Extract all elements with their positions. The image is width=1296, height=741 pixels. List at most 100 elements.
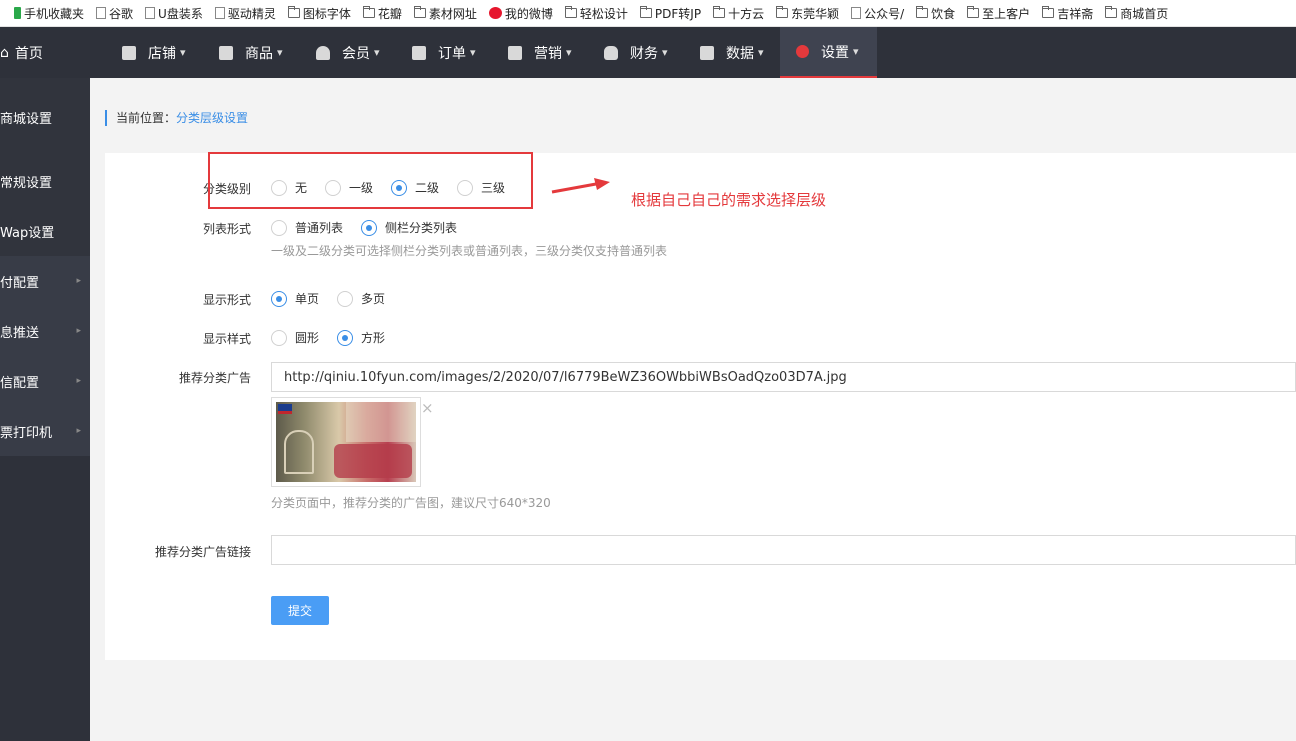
chevron-down-icon: ▾ (758, 46, 764, 59)
nav-settings[interactable]: 设置 ▾ (780, 27, 877, 78)
ad-image-url-input[interactable]: http://qiniu.10fyun.com/images/2/2020/07… (271, 362, 1296, 392)
radio-circle-style[interactable]: 圆形 (271, 329, 319, 346)
list-style-radio-group: 普通列表 侧栏分类列表 (271, 219, 475, 236)
annotation-highlight-box (208, 152, 533, 209)
bookmark-item[interactable]: 手机收藏夹 (0, 5, 84, 22)
submit-button[interactable]: 提交 (271, 596, 329, 625)
radio-circle[interactable] (337, 329, 354, 346)
chevron-down-icon: ▾ (662, 46, 668, 59)
bookmark-item[interactable]: 至上客户 (967, 5, 1030, 22)
sidebar-item-mall-settings[interactable]: 商城设置 (0, 92, 90, 142)
nav-data[interactable]: 数据 ▾ (700, 27, 764, 78)
folder-icon (1042, 6, 1055, 18)
bookmark-item[interactable]: 图标字体 (287, 5, 351, 22)
ad-link-label: 推荐分类广告链接 (154, 545, 251, 559)
chevron-down-icon: ▾ (277, 46, 283, 59)
breadcrumb-current[interactable]: 分类层级设置 (176, 111, 248, 125)
nav-member[interactable]: 会员 ▾ (316, 27, 380, 78)
remove-image-close-icon[interactable]: × (421, 400, 434, 416)
folder-icon (1105, 6, 1118, 18)
chevron-right-icon: ▸ (76, 276, 81, 286)
page-icon (96, 7, 107, 19)
bookmark-item[interactable]: 素材网址 (413, 5, 477, 22)
bookmark-item[interactable]: U盘装系 (145, 5, 203, 22)
bookmark-item[interactable]: 轻松设计 (564, 5, 628, 22)
bookmark-item[interactable]: PDF转JP (639, 5, 701, 22)
radio-list-sidebar[interactable]: 侧栏分类列表 (361, 219, 457, 236)
folder-icon (916, 6, 929, 18)
page-icon (851, 7, 862, 19)
nav-finance[interactable]: 财务 ▾ (604, 27, 668, 78)
radio-square-style[interactable]: 方形 (337, 329, 385, 346)
ad-image-thumbnail[interactable] (271, 397, 421, 487)
list-style-hint: 一级及二级分类可选择侧栏分类列表或普通列表，三级分类仅支持普通列表 (271, 244, 668, 258)
sidebar-item-sms[interactable]: 信配置 ▸ (0, 356, 90, 406)
radio-circle[interactable] (361, 219, 378, 236)
sidebar: 商城设置 常规设置 Wap设置 付配置 ▸ 息推送 ▸ 信配置 ▸ 票打印机 ▸ (0, 78, 90, 741)
chevron-down-icon: ▾ (853, 45, 859, 58)
bookmark-item[interactable]: 商城首页 (1105, 5, 1168, 22)
chevron-right-icon: ▸ (76, 376, 81, 386)
bookmark-item[interactable]: 谷歌 (96, 5, 133, 22)
bookmark-item[interactable]: 饮食 (916, 5, 955, 22)
radio-circle[interactable] (337, 290, 354, 307)
radio-circle[interactable] (271, 329, 287, 346)
radio-single-page[interactable]: 单页 (271, 290, 319, 307)
chevron-right-icon: ▸ (76, 426, 81, 436)
page-icon (214, 7, 225, 19)
annotation-text: 根据自己自己的需求选择层级 (631, 191, 827, 209)
ad-image-hint: 分类页面中，推荐分类的广告图，建议尺寸640*320 (271, 496, 551, 510)
nav-goods[interactable]: 商品 ▾ (219, 27, 283, 78)
sidebar-item-general-settings[interactable]: 常规设置 (0, 156, 90, 206)
bookmark-item[interactable]: 驱动精灵 (214, 5, 276, 22)
bookmark-item[interactable]: 我的微博 (488, 5, 553, 22)
birdcage-icon (284, 430, 314, 474)
sidebar-item-push[interactable]: 息推送 ▸ (0, 306, 90, 356)
page-icon (145, 7, 156, 19)
nav-home[interactable]: ⌂ 首页 (0, 27, 60, 78)
sidebar-item-printer[interactable]: 票打印机 ▸ (0, 406, 90, 456)
nav-order[interactable]: 订单 ▾ (412, 27, 476, 78)
store-icon (122, 45, 136, 60)
bookmark-item[interactable]: 公众号/ (851, 5, 904, 22)
phone-icon (14, 7, 21, 19)
folder-icon (713, 6, 726, 18)
bookmark-item[interactable]: 东莞华颖 (776, 5, 839, 22)
home-icon: ⌂ (0, 44, 9, 61)
radio-multi-page[interactable]: 多页 (337, 290, 385, 307)
ad-link-input[interactable] (271, 535, 1296, 565)
goods-icon (219, 45, 233, 60)
bookmark-item[interactable]: 花瓣 (362, 5, 402, 22)
order-icon (412, 45, 426, 60)
folder-icon (362, 6, 375, 18)
radio-circle[interactable] (271, 290, 287, 307)
display-form-label: 显示形式 (202, 293, 251, 307)
annotation-arrow-icon (551, 178, 610, 194)
radio-list-normal[interactable]: 普通列表 (271, 219, 343, 236)
chevron-right-icon: ▸ (76, 326, 81, 336)
folder-icon (639, 6, 652, 18)
sidebar-item-payment[interactable]: 付配置 ▸ (0, 256, 90, 306)
weibo-icon (488, 7, 502, 19)
top-nav: ⌂ 首页 店铺 ▾ 商品 ▾ 会员 ▾ 订单 ▾ 营销 ▾ 财务 ▾ 数据 ▾ 设置 ▾ (0, 27, 1296, 78)
bookmarks-bar: 手机收藏夹 谷歌 U盘装系 驱动精灵 图标字体 花瓣 素材网址 我的微博 轻松设… (0, 0, 1296, 27)
sidebar-item-wap-settings[interactable]: Wap设置 (0, 206, 90, 256)
folder-icon (967, 6, 980, 18)
nav-store[interactable]: 店铺 ▾ (122, 27, 186, 78)
nav-marketing[interactable]: 营销 ▾ (508, 27, 572, 78)
bookmark-item[interactable]: 十方云 (713, 5, 764, 22)
breadcrumb: 当前位置：分类层级设置 (105, 110, 248, 126)
radio-circle[interactable] (271, 219, 287, 236)
display-style-radio-group: 圆形 方形 (271, 329, 403, 346)
list-style-label: 列表形式 (202, 222, 251, 236)
folder-icon (287, 6, 300, 18)
chart-icon (700, 45, 714, 60)
bookmark-item[interactable]: 吉祥斋 (1042, 5, 1093, 22)
chevron-down-icon: ▾ (566, 46, 572, 59)
chevron-down-icon: ▾ (180, 46, 186, 59)
folder-icon (564, 6, 577, 18)
display-style-label: 显示样式 (202, 332, 251, 346)
money-bag-icon (604, 45, 618, 60)
sofa-icon (334, 444, 412, 478)
chevron-down-icon: ▾ (374, 46, 380, 59)
